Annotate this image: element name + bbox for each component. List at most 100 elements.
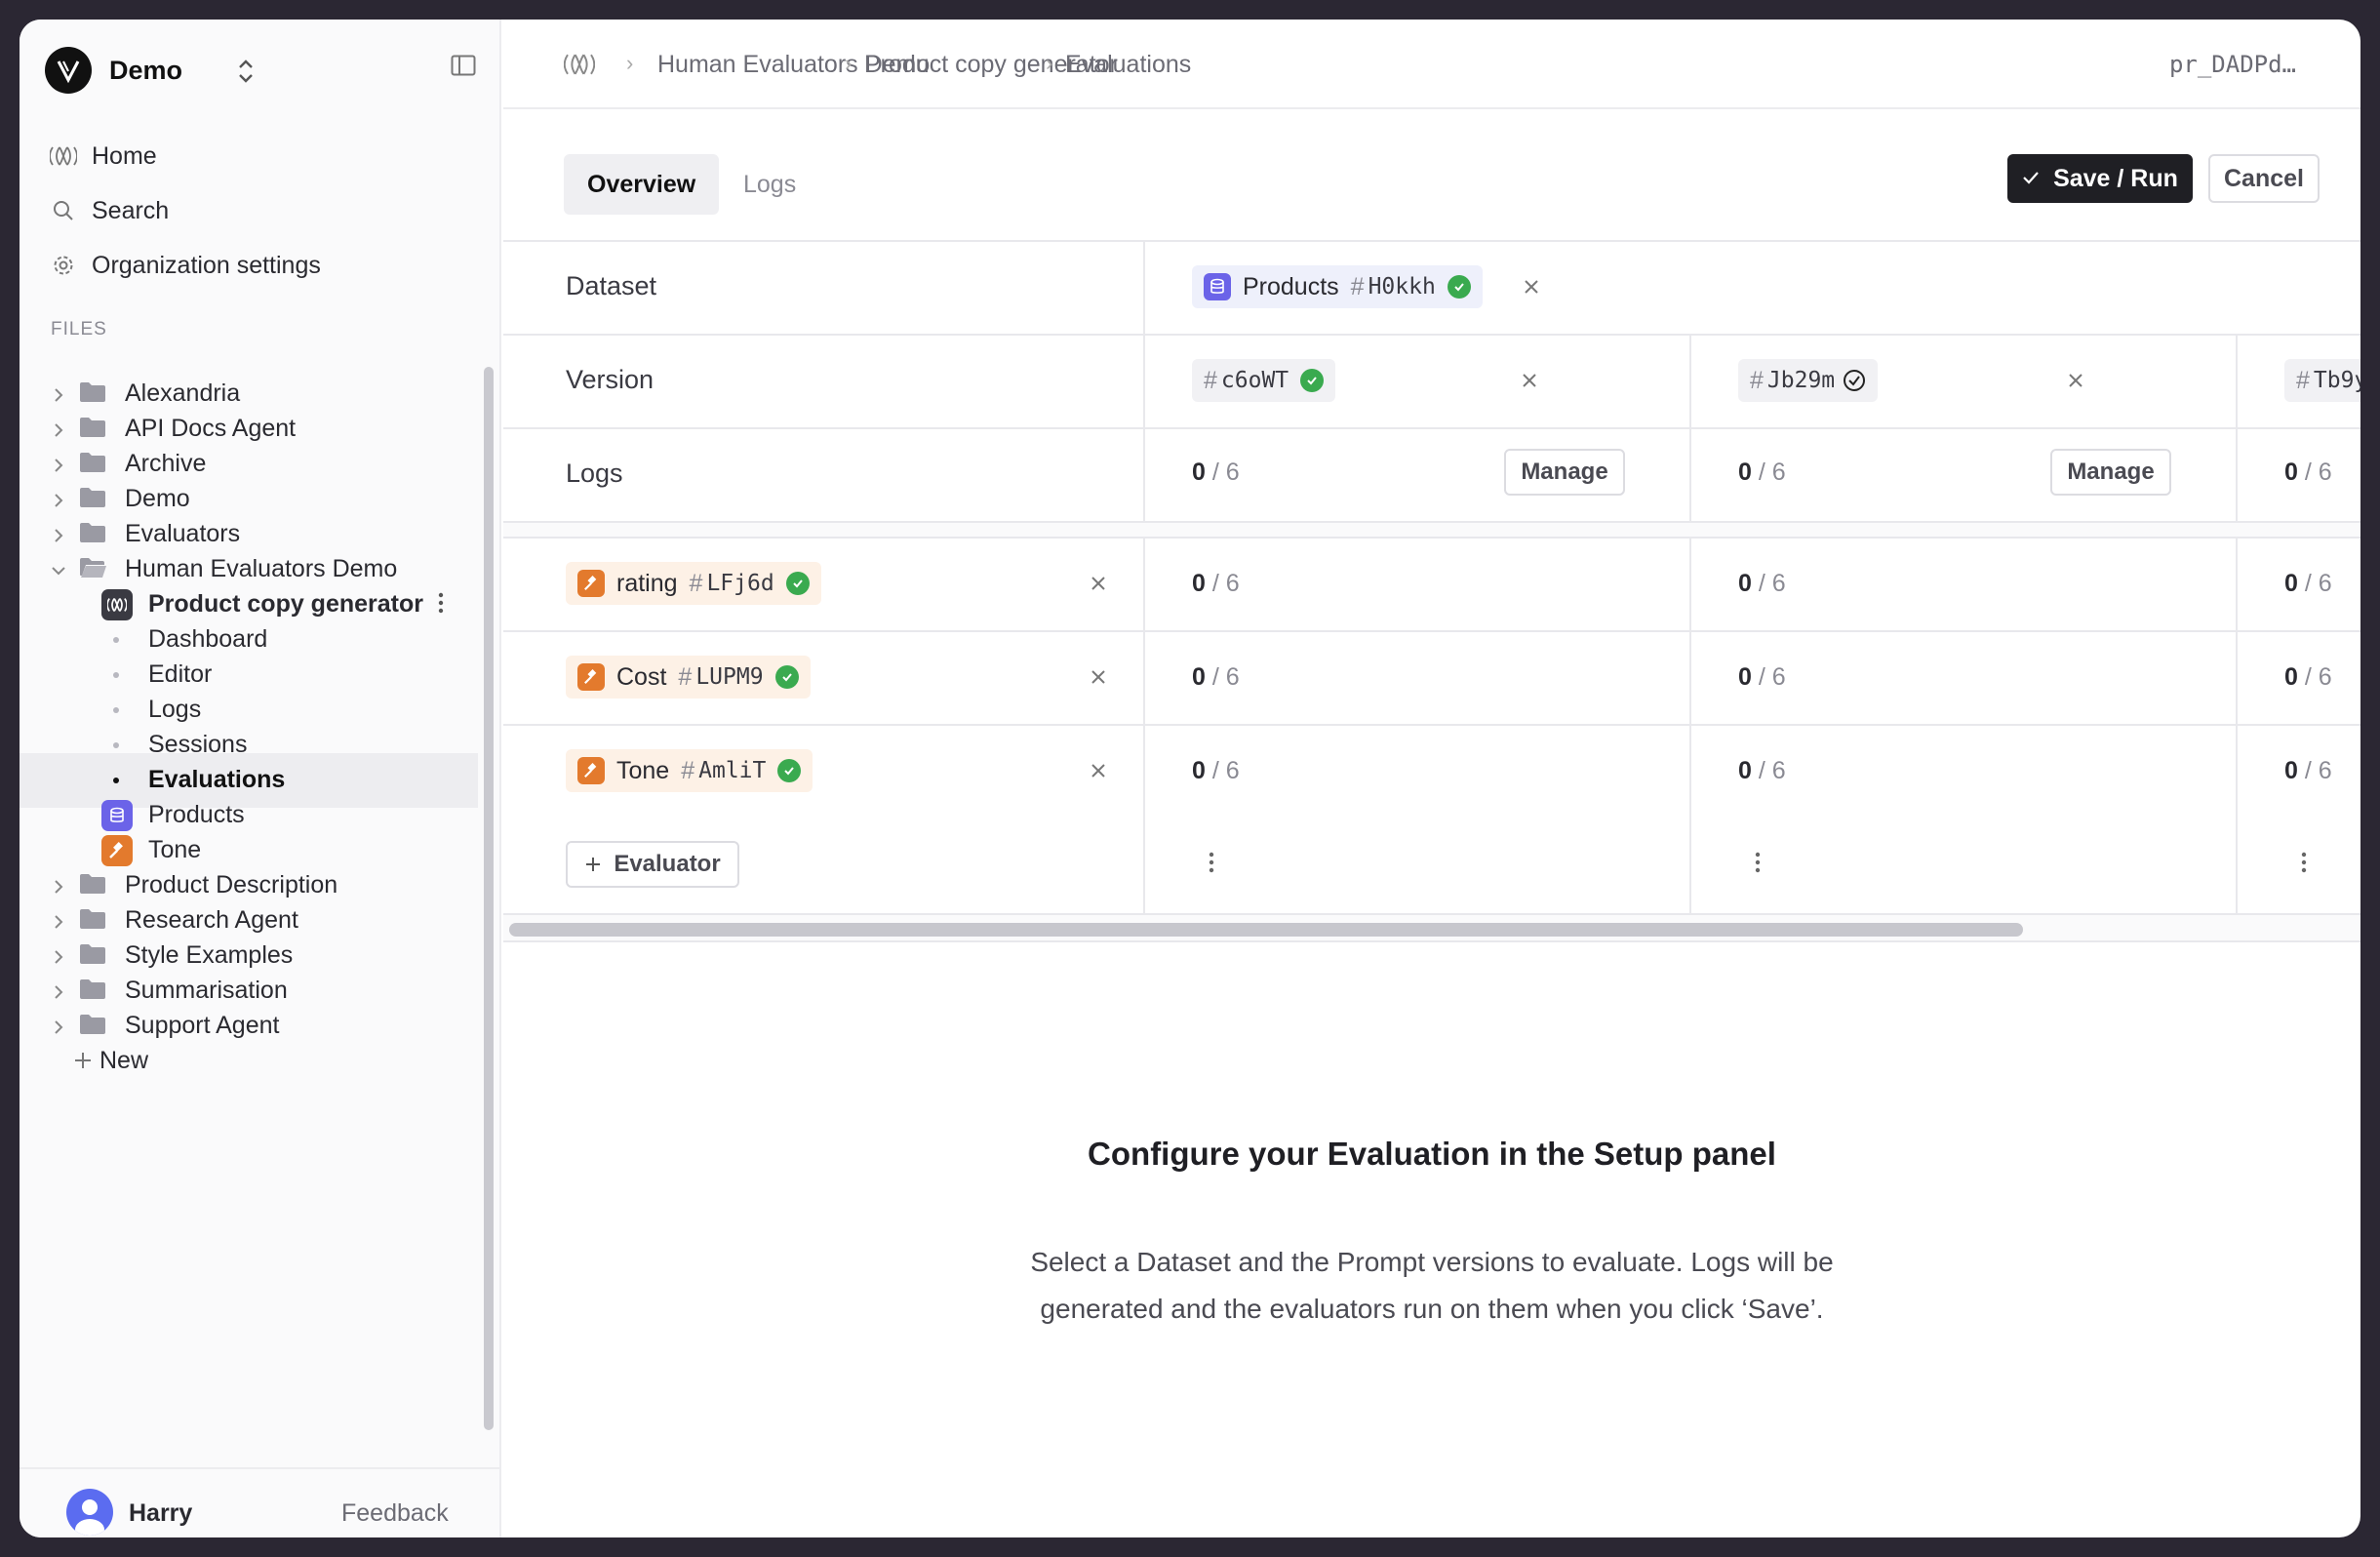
new-file-button[interactable]: New [20, 1034, 478, 1089]
more-vertical-icon[interactable] [2300, 849, 2308, 881]
bullet-icon [113, 707, 119, 713]
dataset-icon [1204, 273, 1231, 300]
hash-symbol: # [689, 569, 703, 597]
new-label: New [99, 1047, 149, 1074]
save-run-label: Save / Run [2053, 164, 2178, 192]
evaluator-gavel-icon [577, 757, 605, 784]
tab-overview[interactable]: Overview [564, 154, 720, 215]
evaluation-count: 0 / 6 [2284, 570, 2332, 597]
evaluation-count: 0 / 6 [1192, 570, 1240, 597]
cancel-button[interactable]: Cancel [2208, 154, 2320, 203]
gear-icon [49, 254, 78, 277]
files-section-label: FILES [51, 319, 107, 339]
main-panel: › Human Evaluators Demo › Product copy g… [503, 20, 2360, 1537]
search-icon [49, 199, 78, 222]
breadcrumb: › Human Evaluators Demo › Product copy g… [503, 20, 2360, 109]
nav-search[interactable]: Search [49, 189, 169, 232]
evaluator-name: Tone [616, 756, 670, 784]
evaluator-version-id: AmliT [698, 758, 767, 783]
version-id: Tb9y [2313, 368, 2360, 393]
bullet-icon [113, 742, 119, 748]
evaluation-count: 0 / 6 [1738, 663, 1786, 691]
sidebar-toggle-icon[interactable] [451, 55, 476, 81]
evaluation-setup-grid: Dataset Version Logs Products # H0kkh # … [503, 240, 2360, 942]
evaluator-chip[interactable]: rating # LFj6d [566, 562, 821, 605]
evaluation-count: 0 / 6 [1192, 757, 1240, 784]
dataset-version-id: H0kkh [1368, 274, 1436, 299]
humanloop-logo-icon [49, 145, 78, 167]
version-chip[interactable]: # Jb29m [1738, 359, 1879, 402]
version-chip[interactable]: # c6oWT [1192, 359, 1336, 402]
manage-logs-button[interactable]: Manage [1504, 449, 1625, 496]
more-vertical-icon[interactable] [1754, 849, 1762, 881]
breadcrumb-separator-icon: › [1046, 51, 1053, 75]
evaluation-count: 0 / 6 [1738, 757, 1786, 784]
remove-evaluator-close-icon[interactable] [1089, 761, 1108, 785]
nav-organization-settings[interactable]: Organization settings [49, 244, 321, 287]
nav-home-label: Home [92, 141, 157, 170]
sidebar-scrollbar[interactable] [484, 367, 494, 1430]
hash-symbol: # [678, 662, 693, 691]
evaluator-version-id: LFj6d [706, 571, 774, 596]
tab-logs[interactable]: Logs [720, 154, 819, 215]
user-name[interactable]: Harry [129, 1499, 192, 1528]
version-id: Jb29m [1766, 368, 1836, 393]
breadcrumb-separator-icon: › [845, 51, 853, 75]
horizontal-scrollbar-thumb[interactable] [509, 923, 2023, 937]
hash-symbol: # [2296, 366, 2310, 394]
chevron-up-down-icon[interactable] [236, 57, 256, 91]
evaluator-chip[interactable]: Tone # AmliT [566, 749, 813, 792]
add-evaluator-label: Evaluator [614, 851, 721, 877]
nav-home[interactable]: Home [49, 135, 157, 178]
humanloop-logo-icon[interactable] [563, 53, 596, 81]
bullet-icon [113, 637, 119, 643]
evaluator-name: Cost [616, 662, 667, 691]
check-circle-icon [785, 572, 810, 595]
remove-evaluator-close-icon[interactable] [1089, 574, 1108, 598]
version-chip[interactable]: # Tb9y [2284, 359, 2360, 402]
remove-dataset-close-icon[interactable] [1522, 277, 1541, 301]
plus-icon [72, 1050, 94, 1078]
evaluation-count: 0 / 6 [2284, 757, 2332, 784]
logs-count: 0 / 6 [1738, 459, 1786, 486]
nav-organization-settings-label: Organization settings [92, 251, 321, 279]
horizontal-scrollbar[interactable] [503, 913, 2360, 942]
avatar[interactable] [66, 1489, 113, 1536]
breadcrumb-item-current[interactable]: Evaluations [1065, 51, 1191, 79]
remove-version-close-icon[interactable] [2066, 371, 2085, 395]
bullet-icon [113, 672, 119, 678]
prompt-id[interactable]: pr_DADPd… [2169, 51, 2296, 78]
dataset-row-label: Dataset [566, 271, 657, 300]
check-circle-icon [1447, 275, 1471, 299]
logs-count: 0 / 6 [2284, 459, 2332, 486]
save-run-button[interactable]: Save / Run [2007, 154, 2193, 203]
feedback-link[interactable]: Feedback [341, 1499, 449, 1528]
evaluator-gavel-icon [577, 663, 605, 691]
evaluator-name: rating [616, 569, 678, 597]
workspace-logo-icon [45, 47, 92, 94]
check-circle-icon [777, 759, 802, 782]
dataset-chip[interactable]: Products # H0kkh [1192, 265, 1483, 308]
hash-symbol: # [1204, 366, 1217, 394]
workspace-name: Demo [109, 55, 183, 85]
empty-state-title: Configure your Evaluation in the Setup p… [1088, 1136, 1776, 1172]
app-window: Demo Home Search Organization settings F… [20, 20, 2360, 1537]
check-circle-icon [774, 665, 799, 689]
workspace-switcher[interactable]: Demo [45, 43, 253, 98]
hash-symbol: # [1750, 366, 1764, 394]
check-circle-outline-icon [1843, 369, 1866, 392]
evaluator-chip[interactable]: Cost # LUPM9 [566, 656, 811, 699]
manage-logs-button[interactable]: Manage [2050, 449, 2171, 496]
sidebar-footer: Harry Feedback [20, 1467, 501, 1537]
plus-icon [584, 856, 602, 873]
dataset-name: Products [1243, 272, 1339, 300]
evaluation-count: 0 / 6 [1192, 663, 1240, 691]
version-id: c6oWT [1220, 368, 1289, 393]
more-vertical-icon[interactable] [1208, 849, 1215, 881]
logs-row-label: Logs [566, 459, 623, 488]
bullet-icon [113, 778, 119, 783]
add-evaluator-button[interactable]: Evaluator [566, 841, 739, 888]
remove-evaluator-close-icon[interactable] [1089, 667, 1108, 692]
empty-state-description: Select a Dataset and the Prompt versions… [1030, 1247, 1834, 1324]
remove-version-close-icon[interactable] [1520, 371, 1539, 395]
